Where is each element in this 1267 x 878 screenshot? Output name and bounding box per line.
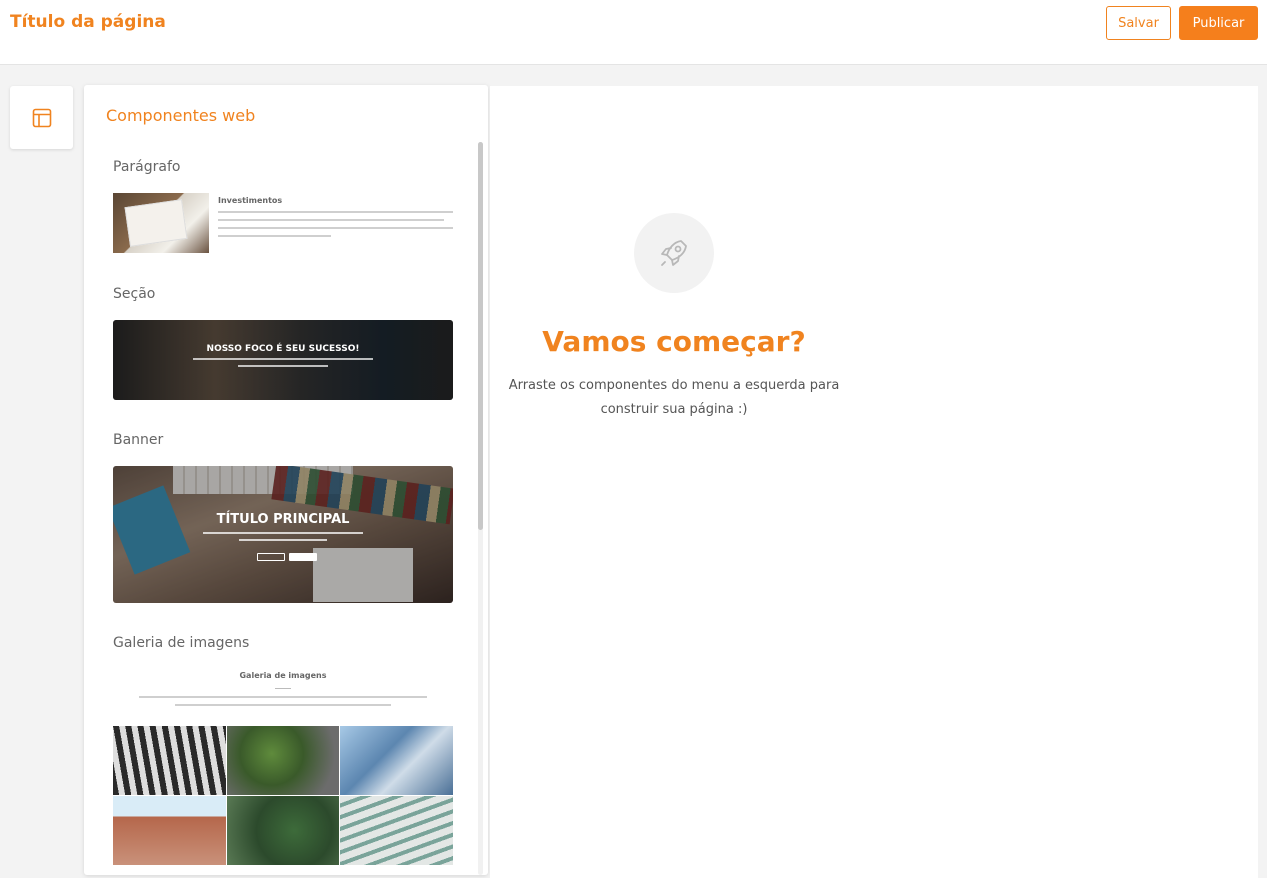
- component-label-banner: Banner: [113, 432, 164, 448]
- section-preview-title: NOSSO FOCO É SEU SUCESSO!: [206, 344, 360, 354]
- panel-scrollbar-thumb[interactable]: [478, 142, 483, 530]
- gallery-image: [113, 796, 226, 865]
- component-label-section: Seção: [113, 286, 156, 302]
- paragraph-preview-text: [218, 211, 453, 243]
- panel-title: Componentes web: [106, 106, 256, 125]
- section-preview-text: [193, 358, 373, 372]
- banner-preview-button-outline: [257, 553, 285, 561]
- gallery-preview-grid: [113, 726, 453, 865]
- gallery-preview-text: [139, 696, 427, 712]
- paragraph-preview-image: [113, 193, 209, 253]
- banner-preview-title: TÍTULO PRINCIPAL: [216, 512, 350, 527]
- gallery-image: [113, 726, 226, 795]
- component-label-paragraph: Parágrafo: [113, 159, 181, 175]
- layout-icon: [32, 108, 51, 127]
- gallery-image: [226, 726, 340, 795]
- empty-state-icon-circle: [634, 213, 714, 293]
- page-canvas[interactable]: [490, 86, 1258, 878]
- publish-button[interactable]: Publicar: [1179, 6, 1258, 40]
- page-title[interactable]: Título da página: [10, 12, 166, 32]
- gallery-preview-divider: [275, 688, 291, 689]
- empty-state-line-2: construir sua página :): [600, 402, 748, 417]
- save-button[interactable]: Salvar: [1106, 6, 1171, 40]
- components-tab[interactable]: [10, 86, 73, 149]
- empty-state-line-1: Arraste os componentes do menu a esquerd…: [508, 378, 840, 393]
- paragraph-preview-title: Investimentos: [218, 196, 283, 205]
- banner-preview-text: [203, 532, 363, 546]
- gallery-image: [340, 796, 453, 865]
- rocket-icon: [661, 240, 687, 266]
- empty-state-headline: Vamos começar?: [542, 325, 806, 358]
- component-section[interactable]: NOSSO FOCO É SEU SUCESSO!: [113, 320, 453, 400]
- gallery-image: [226, 796, 340, 865]
- component-label-gallery: Galeria de imagens: [113, 635, 250, 651]
- banner-preview-button-solid: [289, 553, 317, 561]
- components-panel: Componentes web Parágrafo Investimentos …: [84, 85, 488, 875]
- top-bar: Título da página Salvar Publicar: [0, 0, 1267, 65]
- gallery-image: [340, 726, 453, 795]
- gallery-preview-title: Galeria de imagens: [239, 671, 327, 680]
- component-banner[interactable]: TÍTULO PRINCIPAL: [113, 466, 453, 603]
- empty-state-description: Arraste os componentes do menu a esquerd…: [490, 374, 858, 422]
